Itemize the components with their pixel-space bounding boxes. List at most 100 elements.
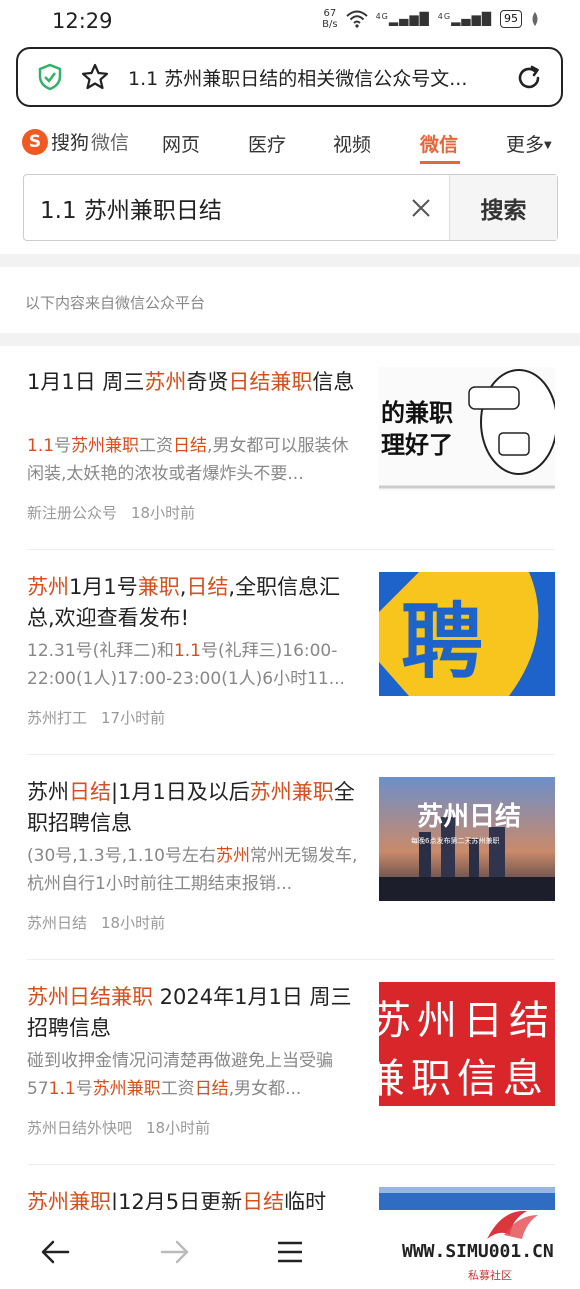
search-button[interactable]: 搜索	[449, 175, 557, 240]
clear-button[interactable]	[393, 175, 449, 240]
section-divider	[0, 333, 580, 346]
result-thumbnail[interactable]: 苏州日结 每晚6点发布第二天苏州兼职	[379, 777, 555, 901]
thumb-text-1: 苏州日结	[379, 998, 555, 1044]
result-summary: 1.1号苏州兼职工资日结,男女都可以服装休闲装,太妖艳的浓妆或者爆炸头不要...	[27, 432, 362, 488]
highlight-text: 日结	[186, 575, 229, 599]
result-thumbnail[interactable]: 的兼职 理好了	[379, 367, 555, 491]
tab-more-label: 更多	[506, 134, 545, 156]
result-source[interactable]: 新注册公众号	[27, 504, 117, 522]
thumb-text-1: 苏州日结	[417, 802, 521, 832]
highlight-text: 日结	[194, 1079, 229, 1099]
thumb-text-1: 的兼职	[381, 399, 453, 427]
result-source[interactable]: 苏州打工	[27, 709, 87, 727]
result-meta: 新注册公众号 18小时前	[27, 502, 195, 523]
text-segment: |1月1日及以后	[111, 780, 250, 804]
source-note: 以下内容来自微信公众平台	[25, 294, 206, 312]
star-bookmark-icon[interactable]	[80, 62, 110, 92]
net-speed-unit: B/s	[322, 19, 338, 30]
text-segment: 号	[75, 1079, 93, 1099]
thumb-text-2: 每晚6点发布第二天苏州兼职	[411, 836, 499, 845]
result-title[interactable]: 苏州日结|1月1日及以后苏州兼职全职招聘信息	[27, 777, 367, 839]
active-tab-indicator	[420, 161, 460, 164]
highlight-text: 日结	[69, 780, 111, 804]
result-title[interactable]: 苏州1月1号兼职,日结,全职信息汇总,欢迎查看发布!	[27, 572, 367, 634]
thumbnail-graphic: 苏州日结 兼职信息	[379, 982, 555, 1106]
caret-down-icon: ▼	[544, 140, 552, 151]
result-meta: 苏州日结 18小时前	[27, 912, 165, 933]
address-bar[interactable]: 1.1 苏州兼职日结的相关微信公众号文...	[16, 47, 563, 107]
result-item[interactable]: 苏州1月1号兼职,日结,全职信息汇总,欢迎查看发布! 12.31号(礼拜二)和1…	[0, 572, 580, 777]
result-divider	[27, 549, 555, 550]
result-source[interactable]: 苏州日结外快吧	[27, 1119, 132, 1137]
highlight-text: 苏州	[215, 846, 250, 866]
result-title[interactable]: 苏州日结兼职 2024年1月1日 周三 招聘信息	[27, 982, 367, 1044]
tab-weixin[interactable]: 微信	[420, 130, 458, 157]
net-speed-value: 67	[323, 8, 337, 19]
tab-more[interactable]: 更多▼	[506, 130, 552, 157]
status-time: 12:29	[52, 9, 113, 33]
menu-icon[interactable]	[277, 1240, 303, 1264]
result-title[interactable]: 1月1日 周三苏州奇贤日结兼职信息	[27, 367, 367, 398]
text-segment: 1月1号	[69, 575, 138, 599]
battery-icon: 95	[500, 10, 522, 28]
result-thumbnail[interactable]: 苏州日结 兼职信息	[379, 982, 555, 1106]
watermark-logo	[487, 1210, 538, 1239]
tab-medical[interactable]: 医疗	[248, 130, 286, 157]
result-summary: (30号,1.3号,1.10号左右苏州常州无锡发车,杭州自行1小时前往工期结束报…	[27, 842, 362, 898]
watermark-text: WWW.SIMU001.CN	[402, 1241, 554, 1262]
text-segment: 奇贤	[186, 370, 229, 394]
text-segment: (30号,1.3号,1.10号左右	[27, 846, 216, 866]
text-segment: 工资	[160, 1079, 195, 1099]
text-segment: 工资	[139, 436, 174, 456]
text-segment: ,男女都...	[228, 1079, 302, 1099]
highlight-text: 苏州兼职	[71, 436, 140, 456]
status-icons: 67 B/s 4G▂▄▆█ 4G▂▄▆█ 95	[322, 8, 540, 30]
text-segment: 苏州	[27, 780, 69, 804]
cell-signal-2-icon: 4G▂▄▆█	[437, 12, 492, 26]
highlight-text: 苏州	[144, 370, 187, 394]
search-vertical-nav: S 搜狗 微信 网页 医疗 视频 微信 更多▼	[0, 118, 580, 168]
text-segment: 信息	[312, 370, 355, 394]
result-time: 18小时前	[146, 1119, 211, 1137]
text-segment: 12.31号(礼拜二)和	[27, 641, 174, 661]
result-divider	[27, 1164, 555, 1165]
section-divider	[0, 254, 580, 267]
result-summary: 碰到收押金情况问清楚再做避免上当受骗571.1号苏州兼职工资日结,男女都...	[27, 1047, 362, 1103]
highlight-text: 苏州	[27, 575, 69, 599]
highlight-text: 苏州兼职	[92, 1079, 161, 1099]
result-time: 17小时前	[101, 709, 166, 727]
result-source[interactable]: 苏州日结	[27, 914, 87, 932]
result-time: 18小时前	[131, 504, 196, 522]
tab-video[interactable]: 视频	[333, 130, 371, 157]
result-thumbnail[interactable]: 聘	[379, 572, 555, 696]
logo-text: 搜狗	[51, 132, 90, 154]
net-speed: 67 B/s	[322, 8, 337, 30]
result-meta: 苏州日结外快吧 18小时前	[27, 1117, 210, 1138]
shield-check-icon[interactable]	[36, 63, 64, 91]
thumb-text-1: 聘	[401, 595, 483, 690]
result-item[interactable]: 苏州日结|1月1日及以后苏州兼职全职招聘信息 (30号,1.3号,1.10号左右…	[0, 777, 580, 982]
result-item[interactable]: 1月1日 周三苏州奇贤日结兼职信息 1.1号苏州兼职工资日结,男女都可以服装休闲…	[0, 367, 580, 572]
forward-arrow-icon[interactable]	[160, 1240, 190, 1264]
thumbnail-graphic: 的兼职 理好了	[379, 367, 555, 491]
highlight-text: 1.1	[173, 641, 201, 661]
reload-icon[interactable]	[515, 64, 543, 92]
close-icon	[412, 198, 430, 217]
highlight-text: 苏州日结兼职	[27, 985, 153, 1009]
thumbnail-graphic: 聘	[379, 572, 555, 696]
result-meta: 苏州打工 17小时前	[27, 707, 165, 728]
logo-subtext: 微信	[91, 132, 130, 154]
highlight-text: 日结兼职	[228, 370, 313, 394]
thumbnail-graphic: 苏州日结 每晚6点发布第二天苏州兼职	[379, 777, 555, 901]
watermark: WWW.SIMU001.CN 私募社区	[390, 1205, 580, 1289]
leaf-icon	[532, 12, 538, 26]
result-item[interactable]: 苏州日结兼职 2024年1月1日 周三 招聘信息 碰到收押金情况问清楚再做避免上…	[0, 982, 580, 1187]
back-arrow-icon[interactable]	[40, 1240, 70, 1264]
wifi-icon	[345, 10, 368, 28]
tab-web[interactable]: 网页	[162, 130, 200, 157]
url-text[interactable]: 1.1 苏州兼职日结的相关微信公众号文...	[128, 64, 498, 91]
search-input[interactable]: 1.1 苏州兼职日结	[24, 175, 393, 240]
highlight-text: 日结	[173, 436, 208, 456]
text-segment: 1月1日 周三	[27, 370, 145, 394]
sogou-logo[interactable]: S 搜狗 微信	[22, 128, 129, 155]
